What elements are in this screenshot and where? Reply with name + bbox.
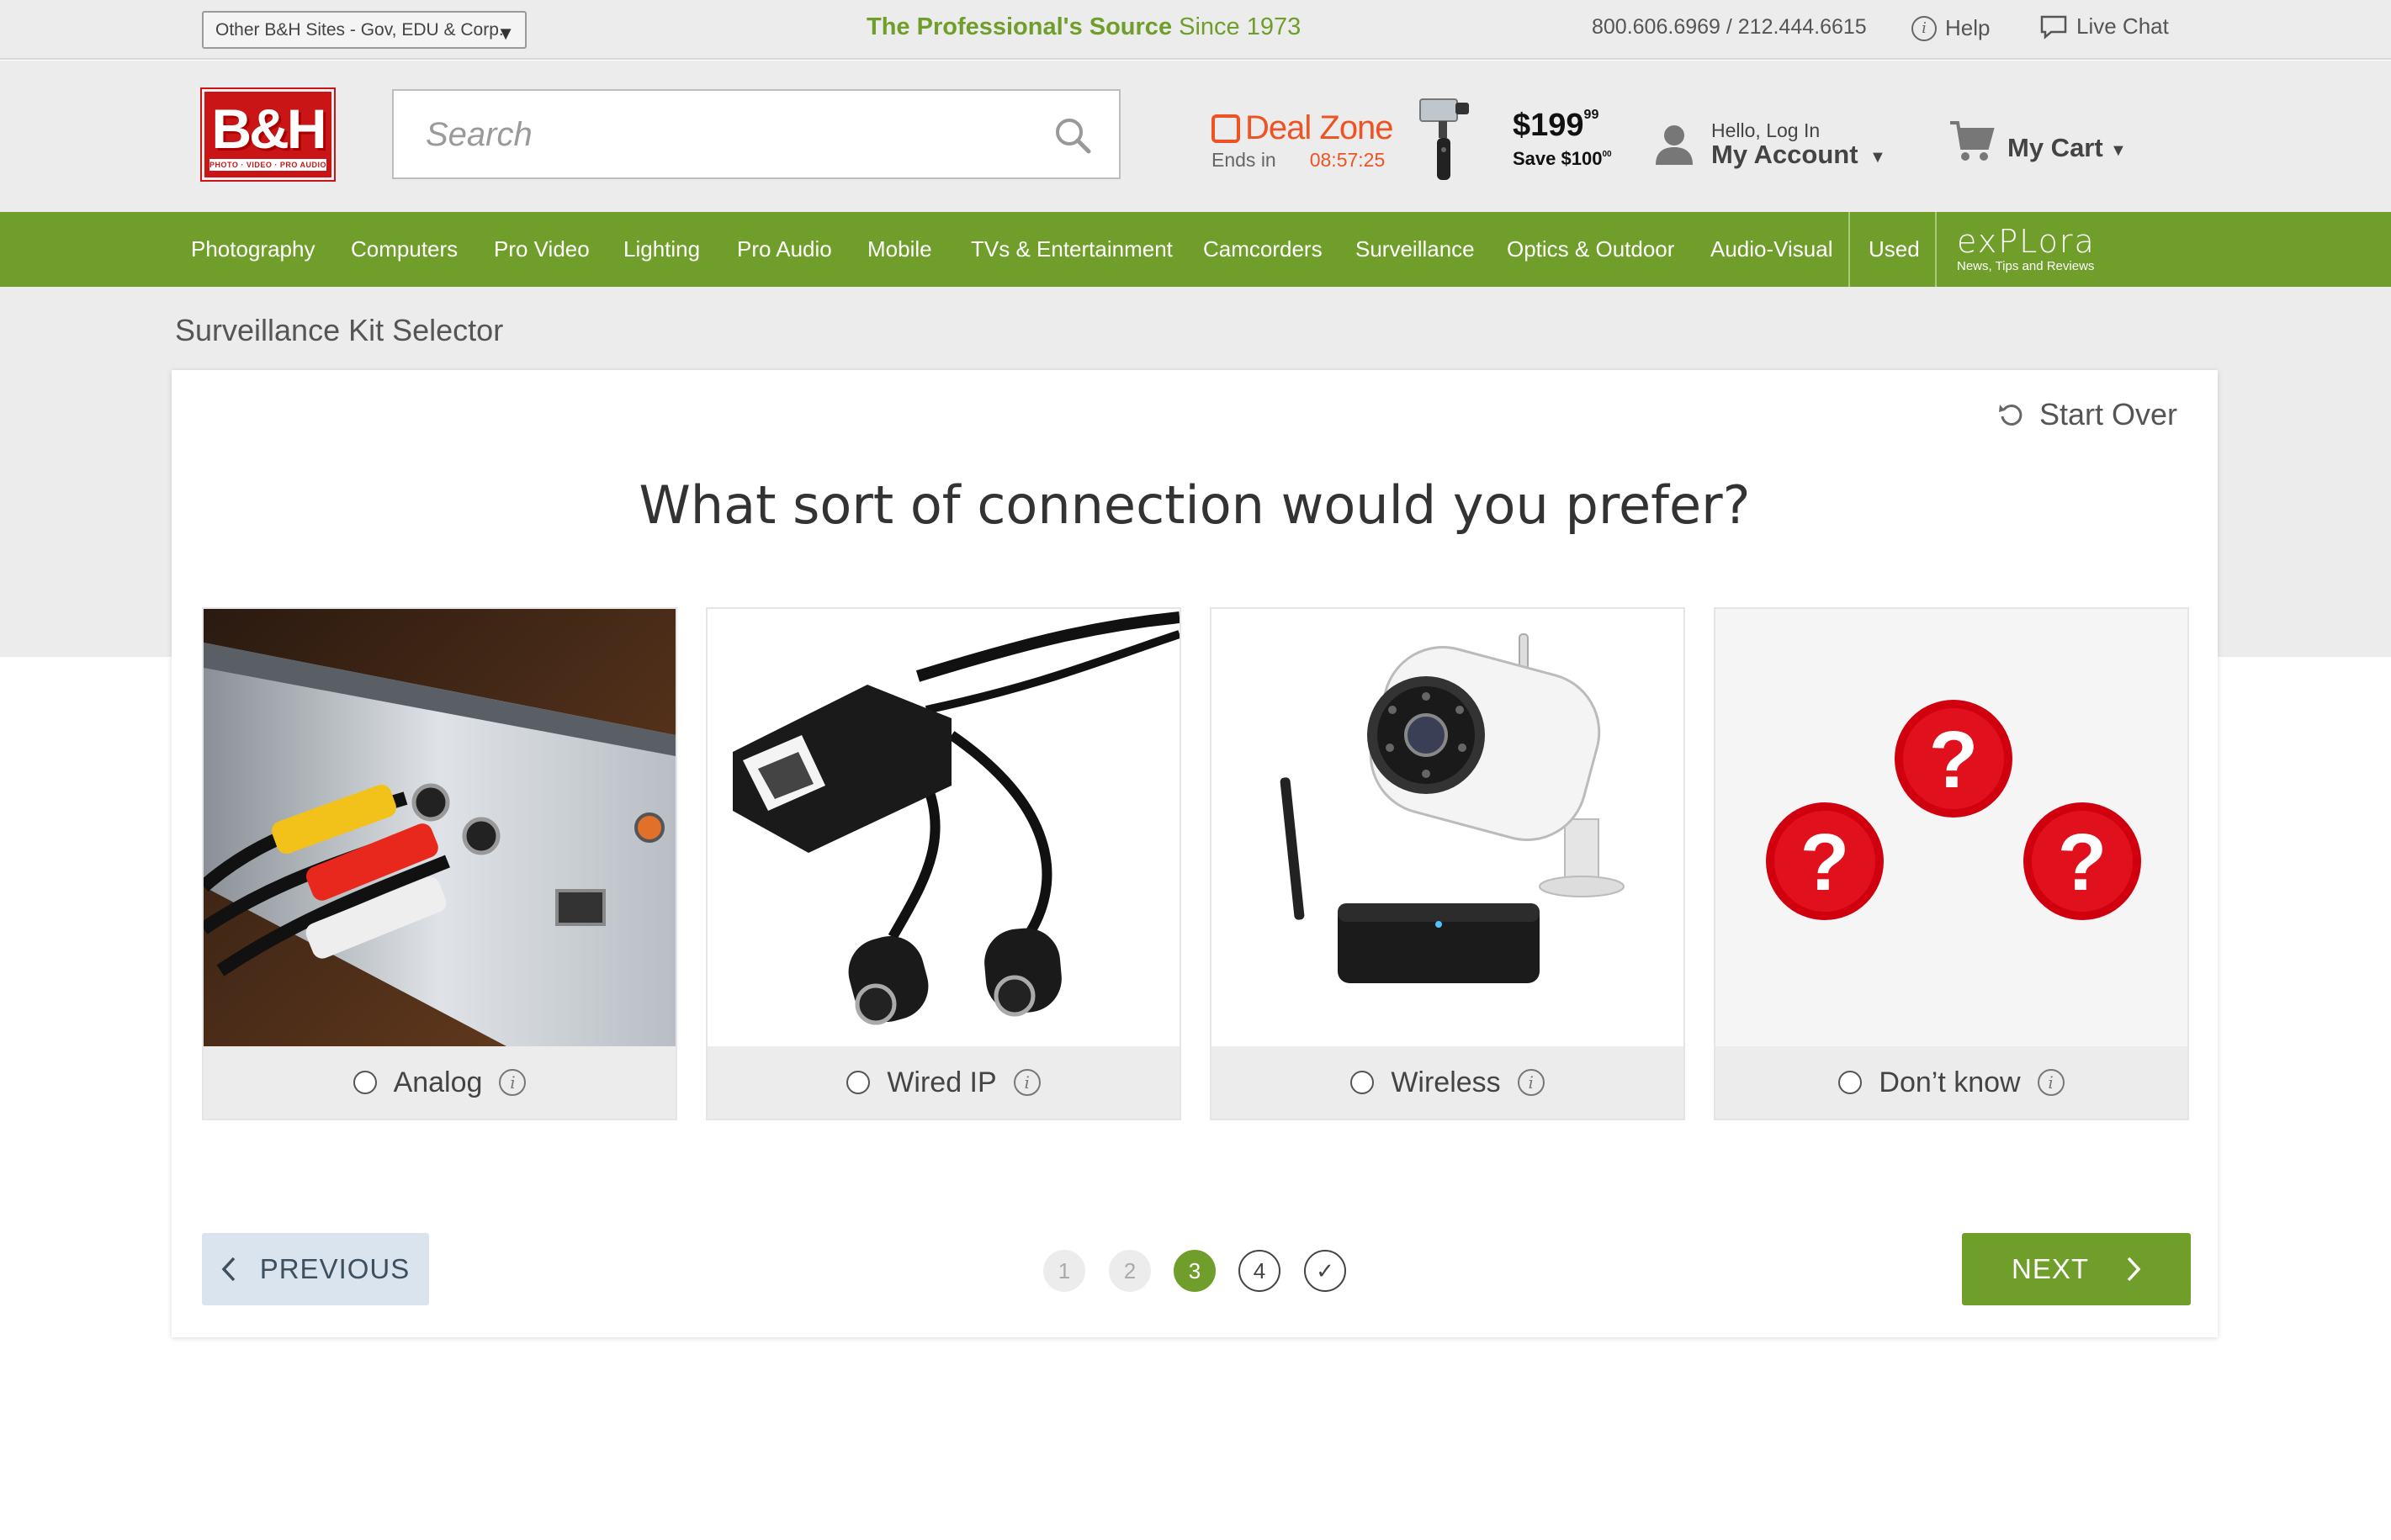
rca-cables-photo xyxy=(204,609,676,1046)
nav-item-tvs-entertainment[interactable]: TVs & Entertainment xyxy=(971,212,1173,287)
svg-text:?: ? xyxy=(1929,715,1979,805)
account-label: My Account xyxy=(1711,140,1858,169)
option-label: Wired IP xyxy=(887,1066,997,1098)
wireless-radio[interactable] xyxy=(1350,1071,1375,1094)
deal-savings: Save $10000 xyxy=(1513,148,1612,169)
explora-logo: exPLora xyxy=(1957,223,2096,260)
option-wired-ip[interactable]: Wired IP i xyxy=(706,607,1181,1120)
info-icon: i xyxy=(1911,15,1937,41)
question-marks-graphic: ? ? ? xyxy=(1715,609,2187,1046)
caret-down-icon: ▼ xyxy=(1869,148,1886,167)
bh-logo[interactable]: B&H PHOTO · VIDEO · PRO AUDIO xyxy=(200,87,336,182)
option-label: Don’t know xyxy=(1879,1066,2021,1098)
step-4[interactable]: 4 xyxy=(1238,1250,1280,1292)
nav-item-mobile[interactable]: Mobile xyxy=(867,212,932,287)
next-button[interactable]: NEXT xyxy=(1962,1233,2191,1305)
page-title: Surveillance Kit Selector xyxy=(175,313,504,347)
start-over-label: Start Over xyxy=(2038,397,2177,431)
deal-zone[interactable]: Deal Zone Ends in 08:57:25 xyxy=(1211,109,1394,172)
help-label: Help xyxy=(1945,15,1991,40)
ethernet-adapter-photo xyxy=(708,609,1180,1046)
deal-zone-title: Deal Zone xyxy=(1245,109,1394,146)
svg-text:?: ? xyxy=(2058,818,2107,908)
info-icon[interactable]: i xyxy=(1517,1069,1545,1096)
other-sites-dropdown[interactable]: Other B&H Sites - Gov, EDU & Corp. ▼ xyxy=(202,11,527,49)
search-box xyxy=(392,89,1121,179)
nav-divider xyxy=(1848,212,1850,287)
nav-item-camcorders[interactable]: Camcorders xyxy=(1203,212,1323,287)
info-icon[interactable]: i xyxy=(499,1069,527,1096)
step-2[interactable]: 2 xyxy=(1109,1250,1151,1292)
chat-bubble-icon xyxy=(2040,15,2067,40)
deal-price: $19999 xyxy=(1513,108,1599,143)
cart-label: My Cart xyxy=(2007,133,2103,162)
nav-item-pro-video[interactable]: Pro Video xyxy=(494,212,590,287)
deal-timer: 08:57:25 xyxy=(1309,149,1386,171)
other-sites-label: Other B&H Sites - Gov, EDU & Corp. xyxy=(215,19,504,40)
nav-item-audio-visual[interactable]: Audio-Visual xyxy=(1710,212,1833,287)
step-1[interactable]: 1 xyxy=(1043,1250,1085,1292)
nav-item-photography[interactable]: Photography xyxy=(191,212,315,287)
live-chat-label: Live Chat xyxy=(2076,13,2169,39)
wireless-camera-photo xyxy=(1211,609,1683,1046)
nav-item-lighting[interactable]: Lighting xyxy=(623,212,700,287)
live-chat-link[interactable]: Live Chat xyxy=(2039,13,2169,40)
selector-card: Start Over What sort of connection would… xyxy=(172,370,2218,1337)
option-dont-know[interactable]: ? ? ? Don’t know i xyxy=(1714,607,2189,1120)
step-3[interactable]: 3 xyxy=(1174,1250,1216,1292)
deal-ends-label: Ends in xyxy=(1211,149,1276,171)
nav-divider xyxy=(1935,212,1937,287)
search-icon[interactable] xyxy=(1052,114,1094,156)
option-analog[interactable]: Analog i xyxy=(202,607,677,1120)
top-utility-bar: Other B&H Sites - Gov, EDU & Corp. ▼ The… xyxy=(0,0,2391,60)
wired-ip-radio[interactable] xyxy=(846,1071,871,1094)
nav-item-computers[interactable]: Computers xyxy=(351,212,458,287)
gimbal-product-image[interactable] xyxy=(1413,98,1477,182)
account-greeting: Hello, Log In xyxy=(1711,119,1821,141)
refresh-icon xyxy=(1998,404,2023,426)
help-link[interactable]: i Help xyxy=(1911,15,1990,41)
chevron-right-icon xyxy=(2127,1257,2141,1282)
cart-icon xyxy=(1950,121,1995,161)
caret-down-icon: ▼ xyxy=(496,23,515,44)
analog-radio[interactable] xyxy=(353,1071,377,1094)
phone-numbers: 800.606.6969 / 212.444.6615 xyxy=(1592,15,1867,39)
step-finish-check-icon[interactable]: ✓ xyxy=(1304,1250,1346,1292)
option-label: Wireless xyxy=(1391,1066,1501,1098)
search-input[interactable] xyxy=(426,111,1015,158)
previous-label: PREVIOUS xyxy=(259,1253,411,1284)
option-label: Analog xyxy=(393,1066,483,1098)
explora-link[interactable]: exPLora News, Tips and Reviews xyxy=(1957,225,2096,273)
info-icon[interactable]: i xyxy=(1013,1069,1041,1096)
nav-item-optics-outdoor[interactable]: Optics & Outdoor xyxy=(1507,212,1674,287)
chevron-left-icon xyxy=(221,1257,236,1282)
nav-item-surveillance[interactable]: Surveillance xyxy=(1355,212,1475,287)
user-icon xyxy=(1656,125,1693,165)
main-nav: Photography Computers Pro Video Lighting… xyxy=(0,212,2391,287)
previous-button[interactable]: PREVIOUS xyxy=(202,1233,429,1305)
tagline: The Professional's Source Since 1973 xyxy=(867,13,1302,40)
question-heading: What sort of connection would you prefer… xyxy=(639,474,1751,536)
site-header: B&H PHOTO · VIDEO · PRO AUDIO Deal Zone … xyxy=(0,61,2391,212)
nav-item-pro-audio[interactable]: Pro Audio xyxy=(737,212,832,287)
nav-item-used[interactable]: Used xyxy=(1869,212,1920,287)
dont-know-radio[interactable] xyxy=(1838,1071,1863,1094)
caret-down-icon: ▼ xyxy=(2110,141,2127,160)
info-icon[interactable]: i xyxy=(2037,1069,2065,1096)
svg-text:?: ? xyxy=(1800,818,1850,908)
option-wireless[interactable]: Wireless i xyxy=(1210,607,1685,1120)
explora-tagline: News, Tips and Reviews xyxy=(1957,259,2095,273)
deal-tag-icon xyxy=(1211,114,1240,143)
next-label: NEXT xyxy=(2011,1253,2089,1284)
start-over-button[interactable]: Start Over xyxy=(1997,397,2177,432)
